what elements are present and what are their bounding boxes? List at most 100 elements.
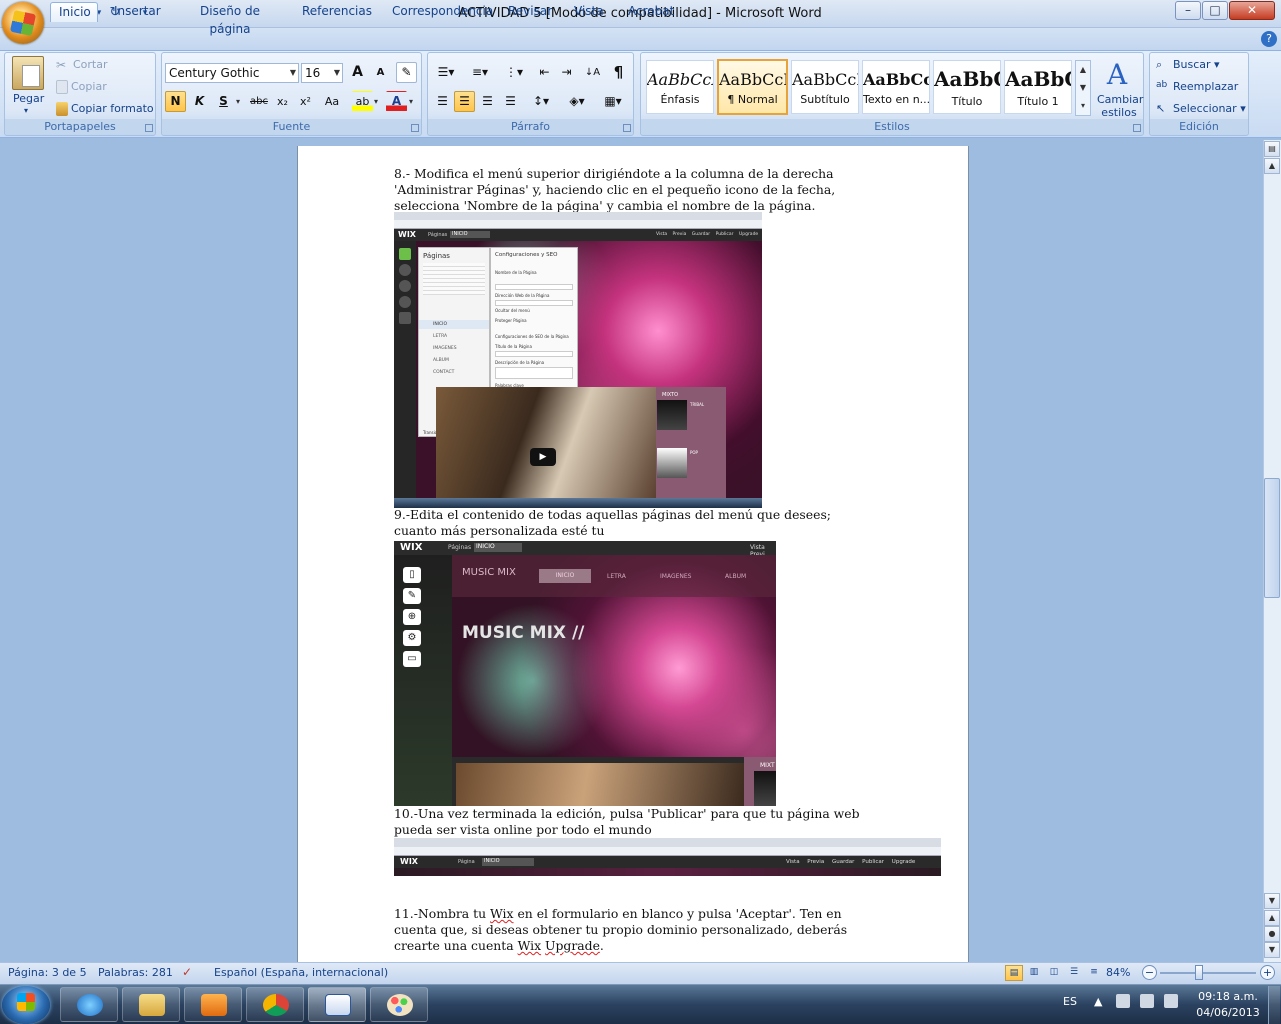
align-left-icon[interactable]: ☰ (432, 91, 453, 112)
bold-button[interactable]: N (165, 91, 186, 112)
style-normal[interactable]: AaBbCcI ¶ Normal (717, 59, 788, 115)
numbering-icon[interactable]: ≡▾ (466, 62, 494, 83)
underline-button[interactable]: S (213, 91, 234, 112)
pages-select[interactable]: INICIO (474, 543, 522, 552)
dialog-launcher-icon[interactable] (411, 124, 419, 132)
help-icon[interactable]: ? (1261, 31, 1277, 47)
dialog-launcher-icon[interactable] (145, 124, 153, 132)
pages-icon[interactable]: ▯ (403, 567, 421, 583)
paste-icon[interactable] (12, 56, 44, 90)
paste-dropdown-icon[interactable]: ▾ (24, 106, 28, 115)
taskbar-explorer[interactable] (122, 987, 180, 1022)
increase-indent-icon[interactable]: ⇥ (556, 62, 577, 83)
site-menu-album[interactable]: ALBUM (725, 573, 746, 580)
site-menu-letra[interactable]: LETRA (607, 573, 626, 580)
design-icon[interactable] (399, 264, 411, 276)
pages-select[interactable]: INICIO (482, 858, 534, 866)
action-center-icon[interactable] (1116, 994, 1130, 1008)
multilevel-list-icon[interactable]: ⋮▾ (500, 62, 528, 83)
ruler-toggle-icon[interactable]: ▤ (1264, 141, 1280, 157)
taskbar-word[interactable] (308, 987, 366, 1022)
web-layout-icon[interactable]: ◫ (1045, 965, 1063, 981)
subscript-button[interactable]: x₂ (272, 91, 293, 112)
tab-diseno-pagina[interactable]: Diseño de página (176, 2, 284, 36)
dialog-launcher-icon[interactable] (1133, 124, 1141, 132)
shrink-font-button[interactable]: A (370, 62, 391, 83)
draft-icon[interactable]: ≡ (1085, 965, 1103, 981)
style-titulo[interactable]: AaBbC Título (933, 60, 1001, 114)
copy-button[interactable]: Copiar (56, 80, 107, 94)
settings-icon[interactable]: ⚙ (403, 630, 421, 646)
tab-revisar[interactable]: Revisar (500, 2, 558, 22)
site-headline[interactable]: MUSIC MIX // (462, 623, 584, 643)
design-icon[interactable]: ✎ (403, 588, 421, 604)
find-button[interactable]: ⌕ Buscar ▾ (1156, 58, 1220, 72)
add-icon[interactable] (399, 280, 411, 292)
line-spacing-icon[interactable]: ↕▾ (526, 91, 556, 112)
paragraph-10[interactable]: 10.-Una vez terminada la edición, pulsa … (394, 806, 874, 838)
page-item-album[interactable]: ALBUM (433, 358, 449, 363)
pages-icon[interactable] (399, 248, 411, 260)
strikethrough-button[interactable]: abc (247, 91, 271, 112)
highlight-button[interactable]: ab (352, 91, 373, 112)
replace-button[interactable]: ab Reemplazar (1156, 80, 1238, 94)
style-subtitulo[interactable]: AaBbCcI Subtítulo (791, 60, 859, 114)
print-layout-icon[interactable]: ▤ (1005, 965, 1023, 981)
close-button[interactable]: ✕ (1229, 1, 1275, 20)
scroll-thumb[interactable] (1264, 478, 1280, 598)
style-enfasis[interactable]: AaBbCcI Énfasis (646, 60, 714, 114)
styles-scroll[interactable]: ▲ ▼ ▾ (1075, 60, 1091, 116)
embedded-screenshot-3[interactable]: WIX Página INICIO Vista Previa Guardar P… (394, 838, 941, 876)
tab-referencias[interactable]: Referencias (294, 2, 374, 22)
zoom-slider-track[interactable] (1160, 972, 1256, 974)
seo-title-input[interactable] (495, 351, 573, 357)
browse-object-button[interactable]: ● (1264, 926, 1280, 942)
proofing-icon[interactable]: ✓ (182, 965, 192, 979)
chevron-down-icon[interactable]: ▾ (409, 97, 413, 106)
embedded-screenshot-1[interactable]: WIX Páginas INICIO Vista Previa Guardar … (394, 212, 762, 508)
page-name-input[interactable] (495, 284, 573, 290)
page-web-input[interactable] (495, 300, 573, 306)
zoom-slider-thumb[interactable] (1195, 965, 1203, 980)
maximize-button[interactable]: □ (1202, 1, 1228, 20)
page-count[interactable]: Página: 3 de 5 (8, 966, 87, 979)
dialog-launcher-icon[interactable] (623, 124, 631, 132)
video-thumbnail[interactable] (456, 763, 744, 806)
font-color-button[interactable]: A (386, 91, 407, 112)
album-cover-1[interactable] (657, 400, 687, 430)
paragraph-8[interactable]: 8.- Modifica el menú superior dirigiéndo… (394, 166, 874, 214)
align-center-icon[interactable]: ☰ (454, 91, 475, 112)
add-icon[interactable]: ⊕ (403, 609, 421, 625)
full-screen-reading-icon[interactable]: ▥ (1025, 965, 1043, 981)
settings-icon[interactable] (399, 296, 411, 308)
change-case-button[interactable]: Aa (319, 91, 345, 112)
bullets-icon[interactable]: ☰▾ (432, 62, 460, 83)
shading-icon[interactable]: ◈▾ (562, 91, 592, 112)
album-cover[interactable] (754, 771, 776, 806)
select-button[interactable]: ↖ Seleccionar ▾ (1156, 102, 1246, 116)
volume-muted-icon[interactable] (1164, 994, 1178, 1008)
zoom-out-icon[interactable]: − (1142, 965, 1157, 980)
page-item-imagenes[interactable]: IMAGENES (433, 346, 457, 351)
style-texto-en-negrita[interactable]: AaBbCcl Texto en n... (862, 60, 930, 114)
chevron-down-icon[interactable]: ▾ (374, 97, 378, 106)
show-hidden-icons[interactable]: ▲ (1094, 995, 1102, 1008)
tab-correspondencia[interactable]: Correspondencia (384, 2, 493, 22)
chevron-down-icon[interactable]: ▾ (236, 97, 240, 106)
tab-inicio[interactable]: Inicio (50, 2, 98, 22)
page-item-contact[interactable]: CONTACT (433, 370, 454, 375)
zoom-level[interactable]: 84% (1106, 966, 1130, 979)
outline-icon[interactable]: ☰ (1065, 965, 1083, 981)
change-styles-button[interactable]: Cambiar estilos (1097, 93, 1143, 119)
page-item-letra[interactable]: LETRA (433, 334, 447, 339)
clock-date[interactable]: 04/06/2013 (1193, 1006, 1263, 1019)
paste-button[interactable]: Pegar (13, 92, 44, 105)
site-menu-inicio[interactable]: INICIO (539, 569, 591, 583)
scroll-down-button[interactable]: ▼ (1264, 893, 1280, 909)
app-market-icon[interactable]: ▭ (403, 651, 421, 667)
cut-button[interactable]: ✂ Cortar (56, 58, 108, 72)
superscript-button[interactable]: x² (295, 91, 316, 112)
tab-insertar[interactable]: Insertar (106, 2, 166, 22)
font-size-select[interactable]: 16 ▼ (301, 63, 343, 83)
tab-vista[interactable]: Vista (566, 2, 608, 22)
